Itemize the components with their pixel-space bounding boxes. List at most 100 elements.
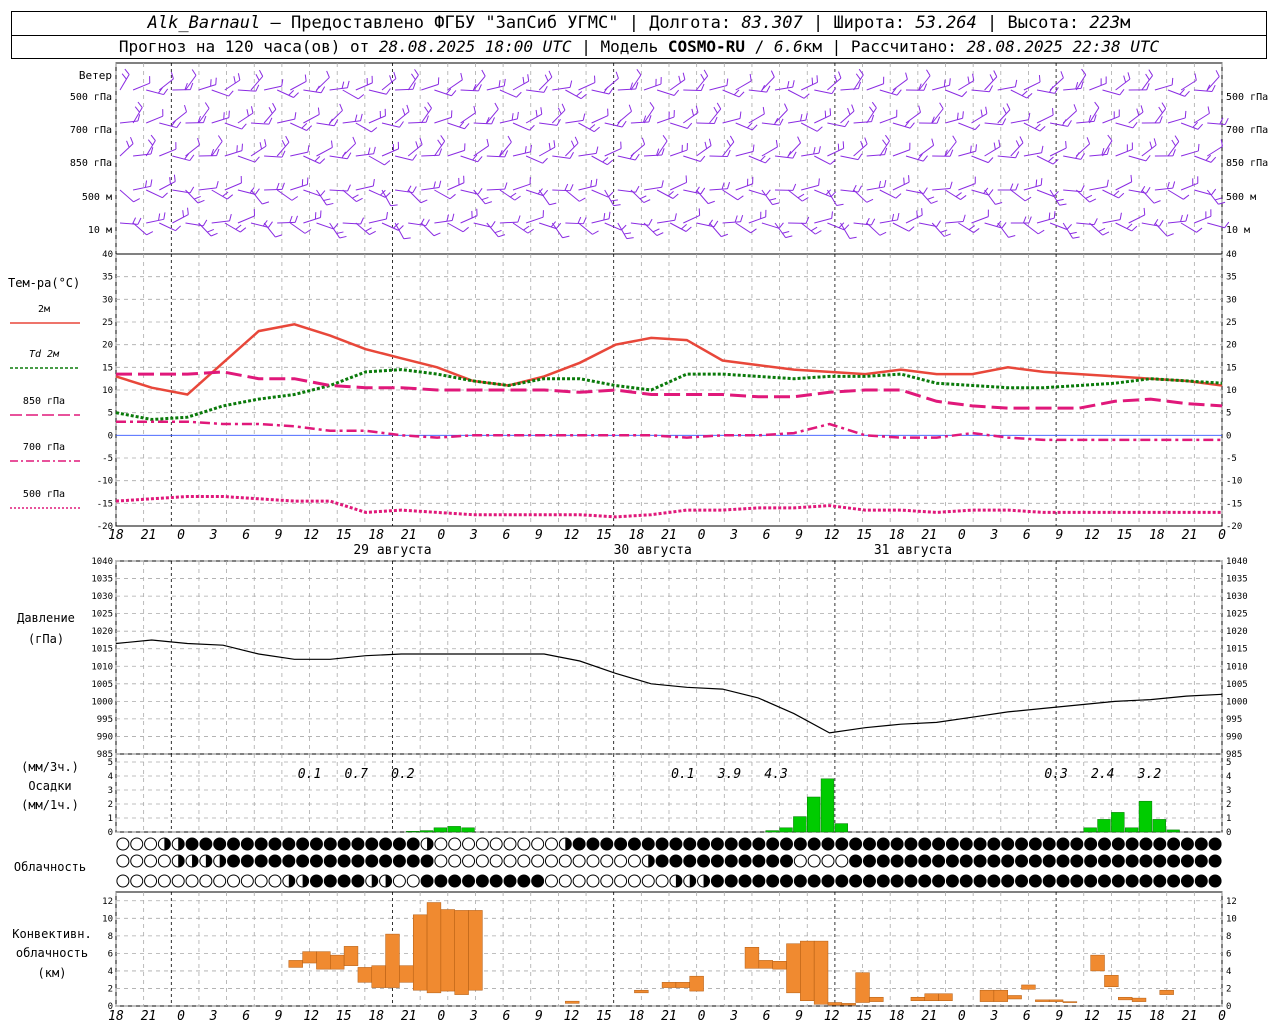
- wind-barb-feather: [985, 106, 988, 114]
- precip-y-tick-left: 3: [108, 786, 113, 796]
- wind-barb: [814, 114, 831, 124]
- cloud-symbol-overcast: [959, 874, 973, 888]
- wind-barb-feather: [464, 123, 470, 130]
- wind-level-label-right: 850 гПа: [1226, 158, 1268, 169]
- cloud-symbol-overcast: [213, 837, 227, 851]
- cloud-symbol-overcast: [738, 837, 752, 851]
- wind-barb-feather: [752, 144, 755, 152]
- convective-bar: [1021, 984, 1036, 990]
- wind-barb-feather: [926, 69, 931, 77]
- x-tick-label: 18: [629, 1009, 645, 1024]
- wind-barb-feather: [613, 204, 621, 207]
- wind-barb-feather: [390, 204, 398, 207]
- wind-barb: [735, 222, 752, 234]
- temp-y-tick: 15: [1226, 363, 1237, 373]
- cloud-symbol-overcast: [904, 854, 918, 868]
- wind-barb-feather: [548, 142, 551, 150]
- wind-barb: [827, 147, 844, 157]
- wind-barb: [866, 186, 885, 191]
- wind-barb-feather: [615, 71, 619, 79]
- wind-barb-feather: [402, 108, 406, 116]
- convective-bar: [758, 960, 773, 969]
- wind-barb: [316, 77, 330, 91]
- cloud-symbol-overcast: [1180, 854, 1194, 868]
- cloud-symbol-overcast: [1139, 854, 1153, 868]
- precip-bar: [1097, 819, 1111, 833]
- wind-barb: [1010, 189, 1026, 202]
- cloud-symbol-overcast: [503, 874, 517, 888]
- wind-barb-feather: [207, 228, 214, 233]
- temp-title: Тем-ра(°C): [8, 276, 80, 290]
- convective-bar: [661, 982, 677, 988]
- cloud-symbol-overcast: [1097, 837, 1111, 851]
- cloud-symbol-clear: [793, 854, 807, 868]
- wind-level-label-right: 700 гПа: [1226, 125, 1268, 136]
- wind-barb-feather: [970, 145, 972, 153]
- wind-barb-feather: [1158, 106, 1163, 114]
- wind-barb-feather: [504, 182, 508, 190]
- wind-barb-feather: [549, 202, 557, 206]
- wind-barb-feather: [371, 127, 378, 133]
- cloud-symbol-partial-fill: [371, 875, 378, 887]
- wind-barb: [604, 148, 622, 157]
- wind-barb-feather: [577, 216, 582, 224]
- cloud-symbol-clear: [572, 874, 586, 888]
- convective-bar: [1048, 999, 1064, 1002]
- wind-barb: [683, 214, 700, 224]
- wind-barb-feather: [264, 139, 267, 147]
- wind-barb: [329, 222, 341, 239]
- wind-barb-feather: [628, 104, 632, 112]
- precip-bar: [779, 827, 793, 833]
- x-tick-label: 6: [1023, 528, 1031, 543]
- wind-barb-feather: [1146, 83, 1150, 91]
- precip-y-tick: 4: [1226, 772, 1231, 782]
- precip-3h-label: 0.7: [344, 767, 368, 782]
- cloud-symbol-overcast: [1180, 837, 1194, 851]
- cloud-symbol-clear: [489, 837, 503, 851]
- wind-barb-feather: [652, 228, 660, 233]
- wind-barb-feather: [765, 157, 771, 164]
- cloud-symbol-overcast: [918, 837, 932, 851]
- cloud-symbol-overcast: [282, 854, 296, 868]
- wind-barb: [578, 82, 596, 91]
- x-tick-label: 12: [303, 1009, 319, 1024]
- wind-barb-feather: [1054, 87, 1059, 94]
- cloud-symbol-overcast: [1139, 874, 1153, 888]
- wind-barb-feather: [542, 189, 549, 196]
- wind-barb: [1076, 120, 1095, 124]
- wind-barb-feather: [949, 78, 951, 86]
- x-tick-label: 0: [1218, 528, 1226, 543]
- cloud-symbol-clear: [531, 837, 545, 851]
- wind-barb-feather: [576, 91, 583, 97]
- precip-bar: [820, 778, 835, 833]
- wind-barb: [526, 89, 545, 93]
- wind-barb-feather: [962, 214, 966, 222]
- wind-barb: [735, 80, 752, 91]
- cloud-symbol-overcast: [835, 874, 849, 888]
- wind-barb: [1193, 112, 1210, 124]
- wind-barb: [538, 146, 556, 157]
- wind-barb: [984, 146, 1001, 157]
- wind-barb-feather: [785, 235, 793, 239]
- wind-barb-feather: [988, 85, 994, 93]
- wind-barb-feather: [187, 207, 189, 215]
- wind-barb-feather: [673, 89, 680, 96]
- cloud-symbol-partial-fill: [385, 875, 392, 887]
- wind-barb-feather: [347, 184, 351, 192]
- wind-barb: [866, 83, 884, 91]
- wind-barb-feather: [1113, 190, 1120, 196]
- wind-barb-feather: [700, 187, 706, 195]
- temp-y-tick-left: 25: [102, 318, 113, 328]
- wind-barb: [119, 120, 138, 124]
- wind-barb: [381, 189, 392, 207]
- wind-barb: [1063, 87, 1082, 91]
- wind-barb: [316, 147, 333, 157]
- cloud-symbol-clear: [448, 854, 462, 868]
- pressure-unit: (гПа): [28, 632, 64, 646]
- cloud-symbol-overcast: [1194, 874, 1208, 888]
- wind-barb-feather: [1166, 181, 1170, 189]
- wind-barb: [224, 79, 241, 91]
- wind-barb: [1075, 189, 1090, 203]
- wind-barb-feather: [1006, 103, 1011, 110]
- convective-bar: [343, 946, 359, 966]
